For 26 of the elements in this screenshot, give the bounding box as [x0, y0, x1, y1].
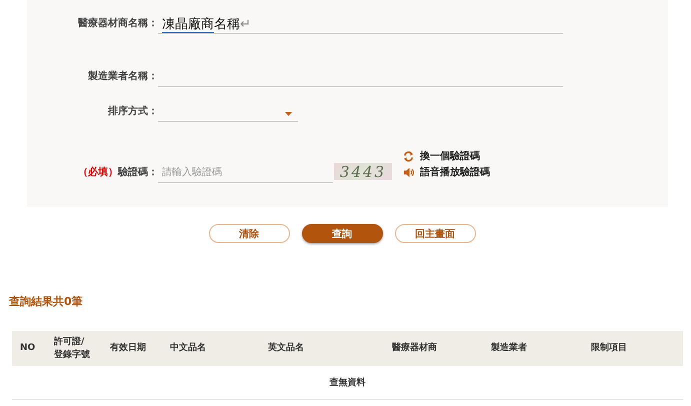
captcha-link[interactable]: 換一個驗證碼 [420, 149, 480, 163]
field-label: 驗證碼： [118, 167, 158, 178]
column-header: 製造業者 [491, 342, 528, 355]
text-field[interactable]: 凍晶廠商名稱↵ [158, 14, 563, 34]
action-button[interactable]: 清除 [208, 224, 290, 243]
caret-icon [285, 112, 292, 116]
column-header: 英文品名 [268, 342, 305, 355]
required-mark: （必填） [78, 167, 118, 178]
column-header: 許可證/ 登錄字號 [54, 336, 91, 361]
refresh-icon [403, 150, 414, 162]
captcha-link[interactable]: 語音播放驗證碼 [420, 165, 490, 179]
field-label: 醫療器材商名稱： [77, 16, 158, 31]
column-header: 限制項目 [591, 342, 628, 355]
results-title: 查詢結果共0筆 [9, 294, 83, 309]
column-header: 有效日期 [110, 342, 147, 355]
action-button[interactable]: 回主畫面 [394, 224, 476, 243]
captcha-image: 3443 [334, 163, 392, 180]
column-header: 中文品名 [170, 342, 207, 355]
column-header: NO [20, 342, 36, 355]
captcha-field[interactable]: 請輸入驗證碼 [158, 163, 333, 183]
field-label: 製造業者名稱： [87, 70, 158, 84]
empty-message: 查無資料 [330, 376, 366, 389]
column-header: 醫療器材商 [392, 342, 438, 355]
field-label: 排序方式： [106, 104, 158, 119]
action-button[interactable]: 查詢 [302, 224, 382, 243]
speaker-icon [403, 166, 414, 178]
